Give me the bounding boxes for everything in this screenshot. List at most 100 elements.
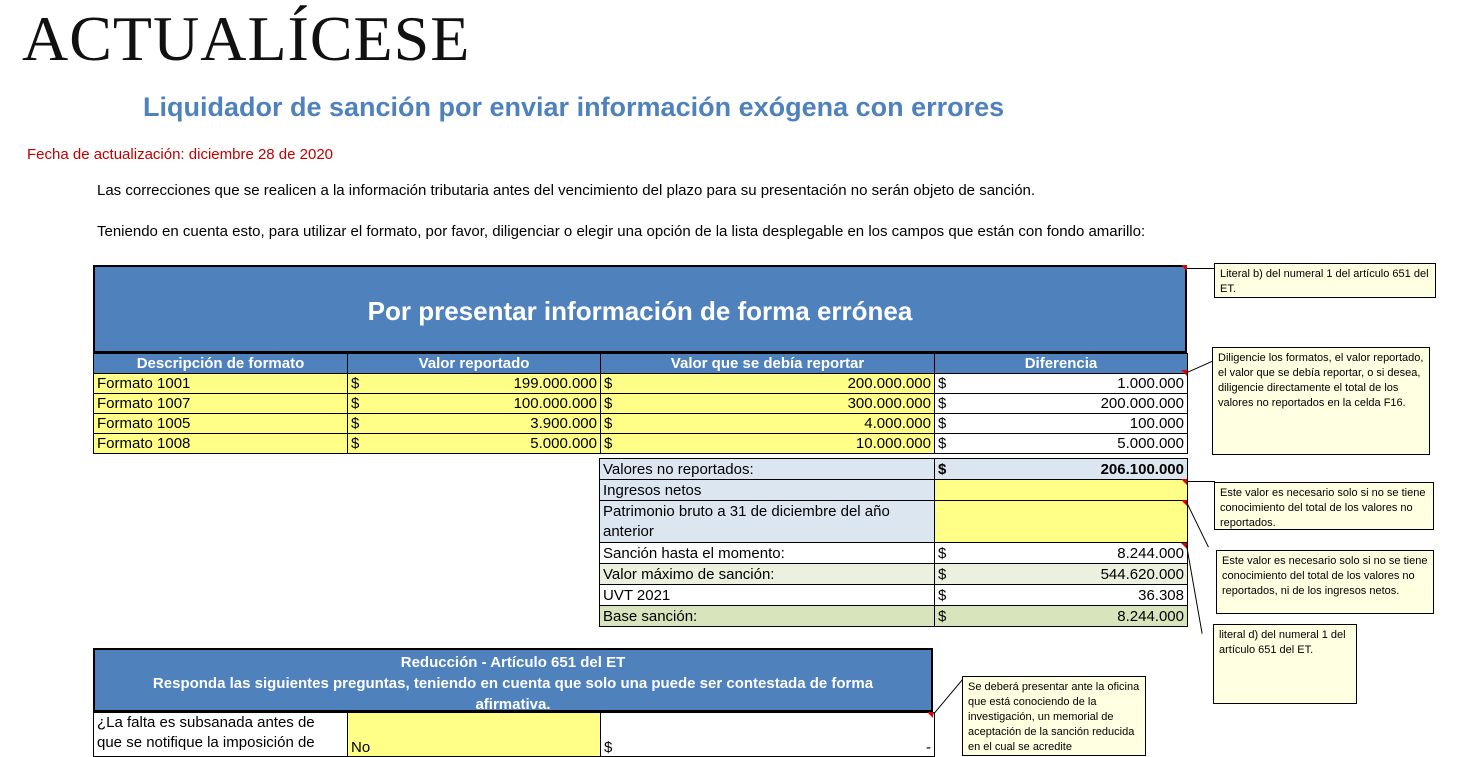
diff-value: 5.000.000 [1117, 435, 1184, 452]
reduccion-table: ¿La falta es subsanada antes de que se n… [93, 712, 935, 757]
comment-note-2: Diligencie los formatos, el valor report… [1212, 347, 1430, 455]
base-cell[interactable]: $8.244.000 [934, 605, 1188, 627]
should-cell[interactable]: $10.000.000 [600, 433, 935, 454]
uvt-cell[interactable]: $36.308 [934, 584, 1188, 606]
should-cell[interactable]: $200.000.000 [600, 373, 935, 394]
currency-sign: $ [351, 375, 360, 392]
reduccion-instructions: Responda las siguientes preguntas, tenie… [152, 675, 874, 692]
comment-connector [1187, 481, 1215, 482]
question-line2: que se notifique la imposición de [97, 734, 315, 751]
intro-text-1: Las correcciones que se realicen a la in… [97, 182, 1036, 199]
currency-sign: $ [351, 435, 360, 452]
patrimonio-input[interactable] [934, 500, 1188, 543]
diff-cell[interactable]: $100.000 [934, 413, 1188, 434]
diff-value: 100.000 [1129, 415, 1184, 432]
should-value: 4.000.000 [864, 415, 931, 432]
table-row: Formato 1001 $199.000.000 $200.000.000 $… [93, 373, 1188, 394]
diff-cell[interactable]: $5.000.000 [934, 433, 1188, 454]
should-cell[interactable]: $300.000.000 [600, 393, 935, 414]
format-cell[interactable]: Formato 1001 [93, 373, 348, 394]
no-reportados-cell[interactable]: $206.100.000 [934, 458, 1188, 480]
question-line1: ¿La falta es subsanada antes de [97, 714, 315, 731]
format-cell[interactable]: Formato 1005 [93, 413, 348, 434]
diff-cell[interactable]: $200.000.000 [934, 393, 1188, 414]
section-header-erronea: Por presentar información de forma errón… [93, 265, 1187, 353]
summary-row-no-reportados: Valores no reportados: $206.100.000 [599, 458, 1188, 480]
summary-table: Valores no reportados: $206.100.000 Ingr… [599, 458, 1188, 627]
currency-sign: $ [938, 415, 947, 432]
format-cell[interactable]: Formato 1008 [93, 433, 348, 454]
maximo-cell[interactable]: $544.620.000 [934, 563, 1188, 585]
should-value: 300.000.000 [847, 395, 931, 412]
patrimonio-label-line1: Patrimonio bruto a 31 de diciembre del a… [603, 502, 890, 520]
reported-value: 100.000.000 [513, 395, 597, 412]
patrimonio-label-line2: anterior [603, 522, 654, 540]
summary-label: Valor máximo de sanción: [599, 563, 935, 585]
table-row: Formato 1008 $5.000.000 $10.000.000 $5.0… [93, 433, 1188, 454]
sancion-value: 8.244.000 [1117, 544, 1184, 562]
summary-label: UVT 2021 [599, 584, 935, 606]
comment-connector [1187, 268, 1214, 269]
reported-cell[interactable]: $100.000.000 [347, 393, 601, 414]
reduccion-value-cell[interactable]: $ - [600, 712, 935, 757]
should-cell[interactable]: $4.000.000 [600, 413, 935, 434]
currency-sign: $ [938, 565, 947, 583]
summary-row-patrimonio: Patrimonio bruto a 31 de diciembre del a… [599, 500, 1188, 543]
base-value: 8.244.000 [1117, 607, 1184, 625]
reduccion-title: Reducción - Artículo 651 del ET [400, 654, 626, 671]
currency-sign: $ [604, 739, 613, 756]
reported-value: 199.000.000 [513, 375, 597, 392]
summary-row-base: Base sanción: $8.244.000 [599, 605, 1188, 627]
currency-sign: $ [604, 395, 613, 412]
currency-sign: $ [938, 586, 947, 604]
currency-sign: $ [938, 395, 947, 412]
diff-value: 1.000.000 [1117, 375, 1184, 392]
table-row: Formato 1007 $100.000.000 $300.000.000 $… [93, 393, 1188, 414]
reported-cell[interactable]: $199.000.000 [347, 373, 601, 394]
diff-cell[interactable]: $1.000.000 [934, 373, 1188, 394]
intro-text-2: Teniendo en cuenta esto, para utilizar e… [97, 223, 1146, 240]
reported-cell[interactable]: $3.900.000 [347, 413, 601, 434]
answer-dropdown[interactable]: No [347, 712, 601, 757]
should-value: 10.000.000 [855, 435, 931, 452]
col-header-reportado: Valor reportado [347, 353, 601, 374]
summary-row-uvt: UVT 2021 $36.308 [599, 584, 1188, 606]
comment-note-4: Este valor es necesario solo si no se ti… [1216, 550, 1434, 614]
currency-sign: $ [938, 607, 947, 625]
diff-value: 200.000.000 [1100, 395, 1184, 412]
currency-sign: $ [938, 375, 947, 392]
currency-sign: $ [604, 375, 613, 392]
comment-note-1: Literal b) del numeral 1 del artículo 65… [1214, 263, 1436, 298]
currency-sign: $ [604, 435, 613, 452]
comment-connector [1186, 502, 1209, 548]
currency-sign: $ [938, 460, 947, 478]
reduccion-value: - [926, 739, 931, 756]
comment-connector [1186, 545, 1203, 634]
table-row: Formato 1005 $3.900.000 $4.000.000 $100.… [93, 413, 1188, 434]
question-row: ¿La falta es subsanada antes de que se n… [93, 712, 935, 757]
currency-sign: $ [604, 415, 613, 432]
summary-label: Valores no reportados: [599, 458, 935, 480]
comment-indicator[interactable] [1181, 479, 1187, 485]
ingresos-input[interactable] [934, 479, 1188, 501]
no-reportados-value: 206.100.000 [1100, 460, 1184, 478]
comment-note-3: Este valor es necesario solo si no se ti… [1214, 482, 1434, 530]
summary-label: Sanción hasta el momento: [599, 542, 935, 564]
section-header-reduccion: Reducción - Artículo 651 del ET Responda… [93, 648, 933, 713]
currency-sign: $ [938, 435, 947, 452]
uvt-value: 36.308 [1138, 586, 1184, 604]
currency-sign: $ [938, 544, 947, 562]
currency-sign: $ [351, 415, 360, 432]
summary-row-maximo: Valor máximo de sanción: $544.620.000 [599, 563, 1188, 585]
summary-label: Ingresos netos [599, 479, 935, 501]
format-cell[interactable]: Formato 1007 [93, 393, 348, 414]
reported-cell[interactable]: $5.000.000 [347, 433, 601, 454]
summary-label: Base sanción: [599, 605, 935, 627]
comment-note-5: literal d) del numeral 1 del artículo 65… [1213, 624, 1357, 704]
summary-row-ingresos: Ingresos netos [599, 479, 1188, 501]
comment-indicator[interactable] [1181, 370, 1187, 376]
col-header-descripcion: Descripción de formato [93, 353, 348, 374]
currency-sign: $ [351, 395, 360, 412]
col-header-diferencia: Diferencia [934, 353, 1188, 374]
sancion-cell[interactable]: $8.244.000 [934, 542, 1188, 564]
